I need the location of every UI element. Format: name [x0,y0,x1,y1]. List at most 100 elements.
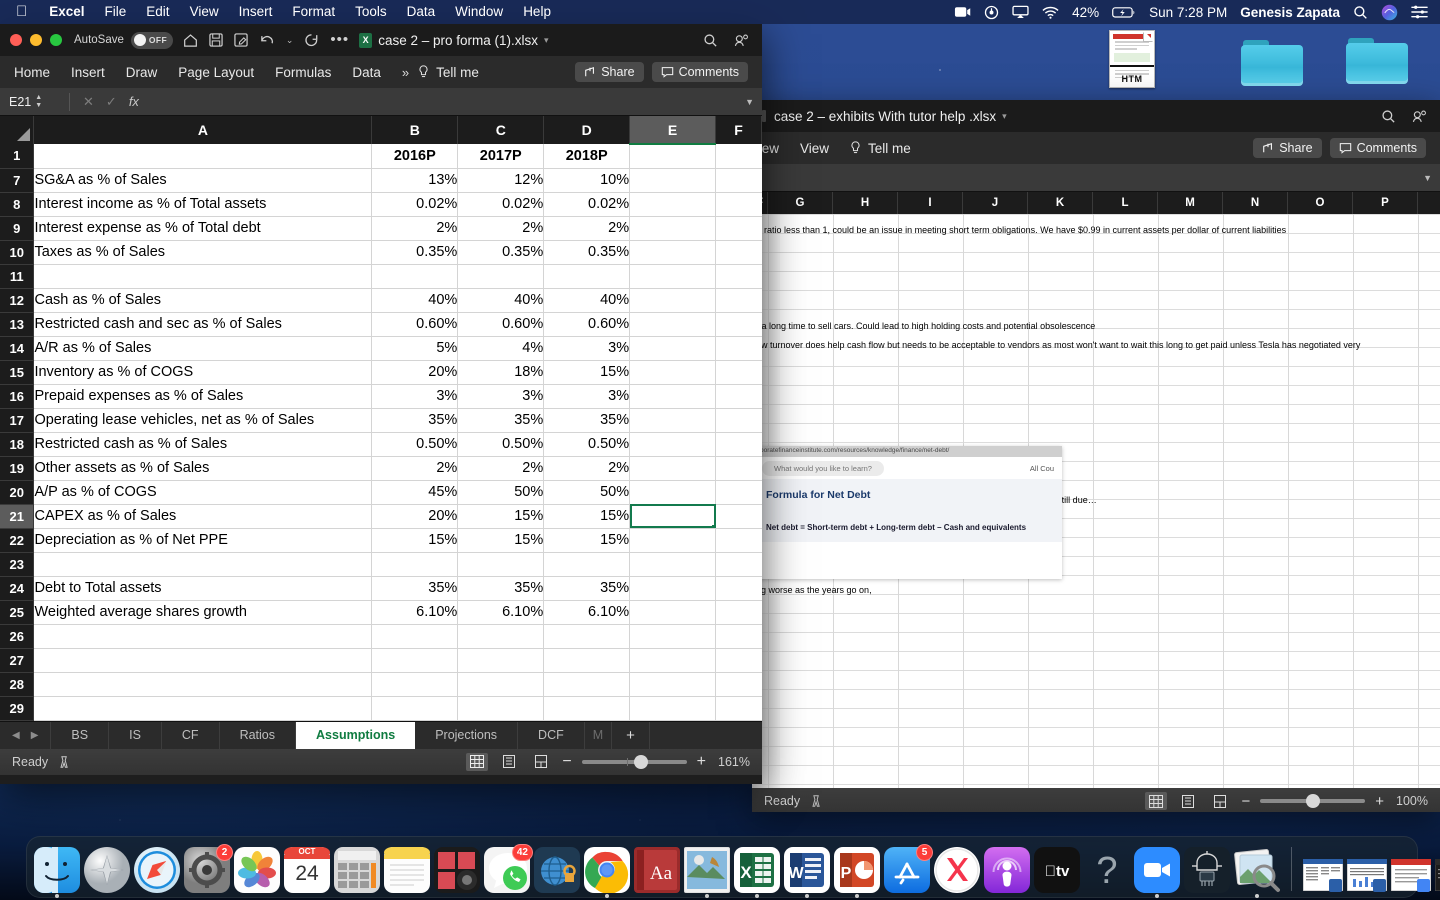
worksheet-row[interactable]: 29 [0,696,762,721]
cell-b15[interactable]: 20% [371,360,459,385]
worksheet-row[interactable]: 16 Prepaid expenses as % of Sales 3% 3% 3% [0,384,762,409]
cell-b11[interactable] [371,264,459,289]
sheet-tab-cf[interactable]: CF [162,721,220,749]
front-page-break-button[interactable] [530,753,552,771]
cell-b20[interactable]: 45% [371,480,459,505]
cell-d17[interactable]: 35% [543,408,631,433]
web-clip-all-courses[interactable]: All Cou [1030,464,1054,473]
insert-function-icon[interactable]: fx [123,94,145,109]
cell-e27[interactable] [629,648,717,673]
cell-e11[interactable] [629,264,717,289]
dock-item-safari[interactable] [134,847,180,893]
dock-item-photos[interactable] [234,847,280,893]
front-formula-bar[interactable]: E21 ▲ ▼ ✕ ✓ fx ▼ [0,88,762,116]
dock-item-podcasts[interactable] [984,847,1030,893]
row-header-12[interactable]: 12 [0,288,35,313]
cell-b19[interactable]: 2% [371,456,459,481]
back-share-button[interactable]: Share [1253,138,1322,158]
wifi-icon[interactable] [1042,6,1059,19]
worksheet-grid[interactable]: ABCDEF 1 2016P 2017P 2018P 7 SG&A as % of Sal… [0,116,762,721]
cell-b29[interactable] [371,696,459,721]
row-header-7[interactable]: 7 [0,168,35,193]
cell-f11[interactable] [715,264,762,289]
front-zoom-out-button[interactable]: − [562,753,571,771]
cell-c26[interactable] [457,624,545,649]
spotlight-search-icon[interactable] [1353,5,1368,20]
worksheet-row[interactable]: 14 A/R as % of Sales 5% 4% 3% [0,336,762,361]
cell-f28[interactable] [715,672,762,697]
dock-item-dictionary[interactable]: Aa [634,847,680,893]
front-window-ribbon[interactable]: Home Insert Draw Page Layout Formulas Da… [0,56,762,88]
row-header-16[interactable]: 16 [0,384,35,409]
cell-d13[interactable]: 0.60% [543,312,631,337]
dock-item-photo-booth[interactable] [434,847,480,893]
cell-d12[interactable]: 40% [543,288,631,313]
cell-d20[interactable]: 50% [543,480,631,505]
desktop-icon-folder-2[interactable] [1337,38,1417,84]
menu-tools[interactable]: Tools [345,0,397,24]
worksheet-row[interactable]: 20 A/P as % of COGS 45% 50% 50% [0,480,762,505]
apple-menu-icon[interactable]:  [8,0,39,24]
dock-minimized-chrome[interactable] [1391,851,1431,893]
back-page-break-button[interactable] [1209,792,1231,810]
cell-a21[interactable]: CAPEX as % of Sales [33,504,373,529]
save-as-icon[interactable] [234,33,248,47]
maximize-button[interactable] [50,34,62,46]
cell-e19[interactable] [629,456,717,481]
row-header-17[interactable]: 17 [0,408,35,433]
worksheet-row[interactable]: 21 CAPEX as % of Sales 20% 15% 15% [0,504,762,529]
cell-d19[interactable]: 2% [543,456,631,481]
worksheet-row[interactable]: 19 Other assets as % of Sales 2% 2% 2% [0,456,762,481]
cell-c27[interactable] [457,648,545,673]
chevron-down-icon[interactable]: ▾ [1002,111,1007,122]
web-clip-search-box[interactable]: What would you like to learn? [762,460,884,476]
sheet-tab-assumptions[interactable]: Assumptions [296,721,416,749]
worksheet-row[interactable]: 22 Depreciation as % of Net PPE 15% 15% 15% [0,528,762,553]
cell-c15[interactable]: 18% [457,360,545,385]
web-clip-navbar[interactable]: What would you like to learn? All Cou [754,457,1062,479]
ribbon-tab-page-layout[interactable]: Page Layout [178,65,254,80]
worksheet-row[interactable]: 23 [0,552,762,577]
cell-e29[interactable] [629,696,717,721]
close-button[interactable] [10,34,22,46]
cell-b28[interactable] [371,672,459,697]
cell-c9[interactable]: 2% [457,216,545,241]
back-column-header-n[interactable]: N [1223,192,1288,214]
control-center-icon[interactable] [1411,5,1428,19]
sheet-tab-is[interactable]: IS [109,721,162,749]
cell-f13[interactable] [715,312,762,337]
macos-menu-bar[interactable]:  Excel File Edit View Insert Format Too… [0,0,1440,24]
cell-c24[interactable]: 35% [457,576,545,601]
desktop-icon-htm-file[interactable]: HTM [1092,30,1172,88]
cell-f12[interactable] [715,288,762,313]
row-header-13[interactable]: 13 [0,312,35,337]
cell-e17[interactable] [629,408,717,433]
accessibility-check-icon[interactable] [810,794,823,808]
back-column-header-g[interactable]: G [768,192,833,214]
dock-item-news[interactable] [934,847,980,893]
cell-a12[interactable]: Cash as % of Sales [33,288,373,313]
cell-b17[interactable]: 35% [371,408,459,433]
dock-item-apple-tv[interactable]: tv [1034,847,1080,893]
cell-a16[interactable]: Prepaid expenses as % of Sales [33,384,373,409]
worksheet-row[interactable]: 24 Debt to Total assets 35% 35% 35% [0,576,762,601]
confirm-edit-icon[interactable]: ✓ [100,94,123,110]
row-header-27[interactable]: 27 [0,648,35,673]
cell-c21[interactable]: 15% [457,504,545,529]
sheet-tab-ratios[interactable]: Ratios [220,721,297,749]
sheet-tab-dcf[interactable]: DCF [518,721,585,749]
embedded-web-screenshot[interactable]: poratefinanceinstitute.com/resources/kno… [754,446,1062,579]
cell-d7[interactable]: 10% [543,168,631,193]
add-sheet-button[interactable]: + [612,721,650,749]
formula-expand-icon[interactable]: ▼ [737,97,762,107]
row-header-14[interactable]: 14 [0,336,35,361]
menu-bar-username[interactable]: Genesis Zapata [1240,5,1340,20]
back-column-header-l[interactable]: L [1093,192,1158,214]
cell-b27[interactable] [371,648,459,673]
dock-item-audio-midi[interactable] [1184,847,1230,893]
cell-e8[interactable] [629,192,717,217]
back-comments-button[interactable]: Comments [1329,138,1426,158]
cell-a28[interactable] [33,672,373,697]
cell-a1[interactable] [33,144,373,169]
foreground-excel-window[interactable]: AutoSave OFF ⌄ ••• X case 2 – pro forma … [0,24,762,784]
